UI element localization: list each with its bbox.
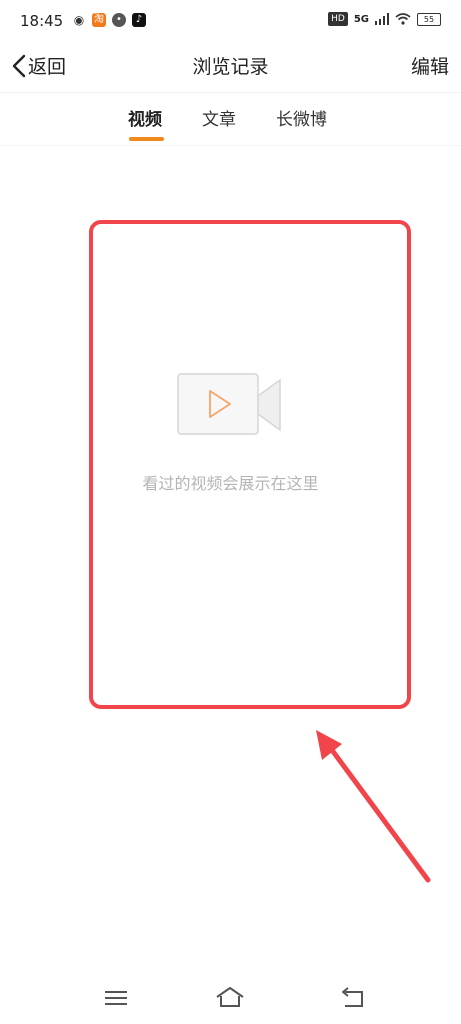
notification-icons: ◉ 淘 • ♪ — [72, 13, 146, 27]
message-icon: • — [112, 13, 126, 27]
menu-icon[interactable] — [100, 984, 132, 1012]
system-navigation-bar — [0, 980, 461, 1020]
hd-badge: HD — [328, 12, 348, 26]
home-icon[interactable] — [214, 984, 246, 1012]
tiktok-icon: ♪ — [132, 13, 146, 27]
status-time: 18:45 — [20, 12, 64, 30]
status-bar: 18:45 ◉ 淘 • ♪ HD 5G 55 — [0, 0, 461, 42]
back-icon[interactable] — [336, 984, 368, 1012]
signal-icon — [375, 13, 389, 25]
taobao-icon: 淘 — [92, 13, 106, 27]
tab-video[interactable]: 视频 — [128, 105, 162, 130]
wifi-icon — [395, 13, 411, 25]
tab-bar: 视频 文章 长微博 — [0, 93, 461, 146]
system-icons: HD 5G 55 — [328, 12, 441, 26]
weibo-icon: ◉ — [73, 13, 85, 27]
page-title: 浏览记录 — [192, 56, 269, 78]
edit-button[interactable]: 编辑 — [411, 52, 449, 79]
tab-long-weibo[interactable]: 长微博 — [276, 105, 327, 130]
video-camera-icon — [176, 373, 281, 435]
tab-indicator — [129, 137, 164, 141]
tab-article[interactable]: 文章 — [202, 105, 236, 130]
network-label: 5G — [353, 13, 369, 25]
nav-bar: 返回 浏览记录 编辑 — [0, 42, 461, 93]
battery-icon: 55 — [417, 12, 441, 26]
empty-state-message: 看过的视频会展示在这里 — [142, 474, 319, 493]
empty-state: 看过的视频会展示在这里 — [0, 372, 461, 494]
